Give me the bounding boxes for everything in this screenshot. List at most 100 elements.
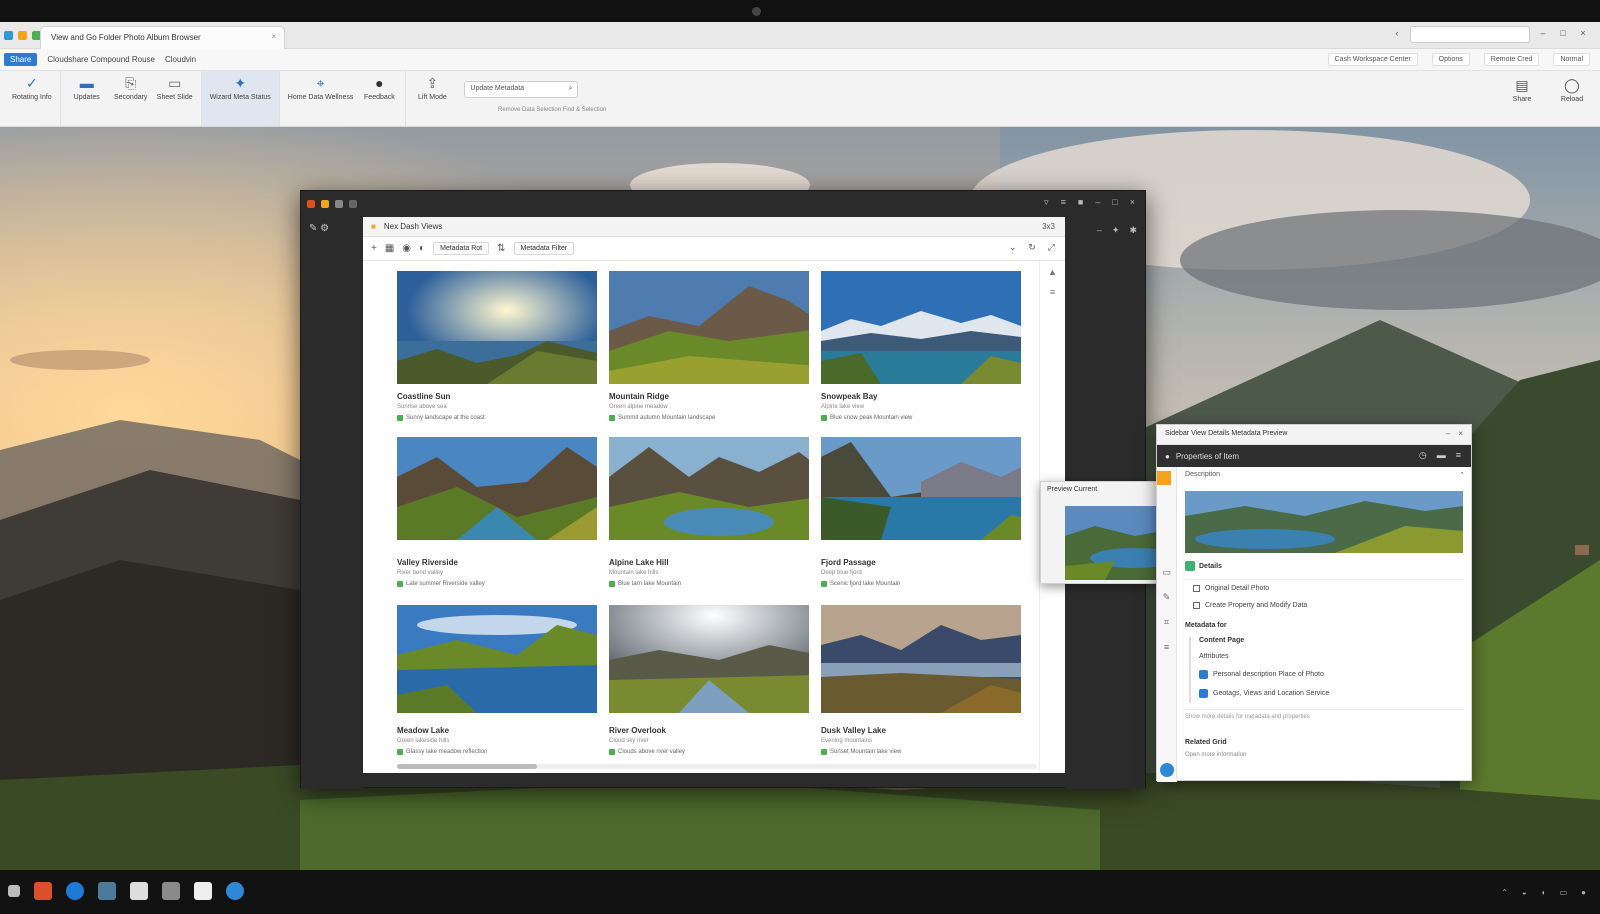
menu-right-item[interactable]: Normal	[1553, 53, 1590, 66]
minimize-button[interactable]: –	[1446, 429, 1450, 438]
ribbon-reload-button[interactable]: ◯ Reload	[1554, 77, 1590, 104]
edit-icon[interactable]: ✎	[1163, 592, 1171, 603]
menu-icon[interactable]: ≡	[1061, 197, 1066, 208]
photo-card[interactable]: River Overlook Cloud sky river Clouds ab…	[609, 605, 809, 765]
checkbox-icon[interactable]	[1193, 585, 1200, 592]
active-tab[interactable]: View and Go Folder Photo Album Browser ×	[40, 26, 285, 49]
metadata-row[interactable]: Personal description Place of Photo	[1199, 665, 1465, 684]
close-button[interactable]: ×	[1130, 197, 1135, 208]
browser-icon[interactable]	[66, 882, 84, 900]
folder-icon[interactable]: ▬	[1437, 450, 1446, 461]
volume-icon[interactable]: ◖	[1541, 888, 1546, 897]
menu-right-item[interactable]: Remote Cred	[1483, 53, 1540, 66]
ribbon-updates-button[interactable]: ▬ Updates	[69, 75, 105, 101]
chat-icon[interactable]: ◐	[419, 243, 425, 254]
ribbon-lift-button[interactable]: ⇪ Lift Mode	[414, 75, 450, 102]
tag-icon[interactable]: ⌗	[1164, 617, 1169, 628]
chevron-down-icon[interactable]: ⌄	[1009, 242, 1017, 253]
add-icon[interactable]: +	[371, 243, 377, 254]
menu-right-item[interactable]: Options	[1431, 53, 1470, 66]
ribbon-search-input[interactable]: Update Metadata ⌕	[464, 81, 579, 98]
ribbon-secondary-button[interactable]: ⎘ Secondary	[113, 75, 149, 102]
close-icon[interactable]: ×	[271, 32, 276, 41]
photo-card[interactable]: Coastline Sun Sunrise above sea Sunny la…	[397, 271, 597, 429]
photo-card[interactable]: Alpine Lake Hill Mountain lake hills Blu…	[609, 437, 809, 597]
photo-card[interactable]: Dusk Valley Lake Evening mountains Sunse…	[821, 605, 1021, 765]
list-icon[interactable]: ≡	[1164, 642, 1169, 652]
minimize-button[interactable]: –	[1536, 28, 1550, 42]
photo-card[interactable]: Valley Riverside River bend valley Late …	[397, 437, 597, 597]
notification-icon[interactable]: ●	[1581, 888, 1586, 897]
photo-thumbnail[interactable]	[609, 605, 809, 718]
photo-card[interactable]: Snowpeak Bay Alpine lake view Blue snow …	[821, 271, 1021, 429]
file-explorer-icon[interactable]	[34, 882, 52, 900]
photo-thumbnail[interactable]	[821, 437, 1021, 550]
photo-thumbnail[interactable]	[609, 437, 809, 550]
save-icon[interactable]	[321, 200, 329, 208]
photo-thumbnail[interactable]	[821, 605, 1021, 718]
metadata-row[interactable]: Geotags, Views and Location Service	[1199, 684, 1465, 703]
menu-item[interactable]: Cloudvin	[165, 55, 196, 64]
horizontal-scrollbar[interactable]	[397, 764, 1037, 769]
grid-view-icon[interactable]: ▦	[385, 243, 394, 254]
app-logo-icon[interactable]	[4, 31, 13, 40]
photo-thumbnail[interactable]	[397, 271, 597, 384]
maximize-button[interactable]: □	[1556, 28, 1570, 42]
photo-card[interactable]: Fjord Passage Deep blue fjord Scenic fjo…	[821, 437, 1021, 597]
photo-card[interactable]: Mountain Ridge Green alpine meadow Summi…	[609, 271, 809, 429]
ribbon-home-button[interactable]: ⌖ Home Data Wellness	[288, 75, 354, 102]
ribbon-wizard-button[interactable]: ✦ Wizard Meta Status	[210, 75, 271, 102]
edge-icon[interactable]	[226, 882, 244, 900]
square-icon[interactable]: ■	[1078, 197, 1083, 208]
ribbon-feedback-button[interactable]: ● Feedback	[361, 75, 397, 101]
close-button[interactable]: ×	[1576, 28, 1590, 42]
start-icon[interactable]	[8, 885, 20, 897]
network-icon[interactable]: ◒	[1522, 888, 1527, 897]
scrollbar-thumb[interactable]	[397, 764, 537, 769]
home-icon[interactable]	[18, 31, 27, 40]
related-subtitle[interactable]: Open more information	[1185, 752, 1246, 758]
menu-item[interactable]: Cloudshare Compound Rouse	[47, 55, 155, 64]
photo-card[interactable]: Meadow Lake Green lakeside hills Glassy …	[397, 605, 597, 765]
metadata-filter-button[interactable]: Metadata Filter	[513, 242, 575, 255]
scroll-up-icon[interactable]: ▲	[1048, 267, 1057, 277]
calendar-icon[interactable]	[162, 882, 180, 900]
photo-thumbnail[interactable]	[397, 605, 597, 718]
back-icon[interactable]: ‹	[1390, 28, 1404, 42]
details-row[interactable]: Create Property and Modify Data	[1185, 597, 1465, 614]
battery-icon[interactable]: ▭	[1560, 888, 1568, 897]
edit-icon[interactable]: ✎ ⚙	[309, 223, 363, 234]
image-icon[interactable]: ▭	[1162, 567, 1171, 578]
details-row[interactable]: Original Detail Photo	[1185, 580, 1465, 597]
up-icon[interactable]	[349, 200, 357, 208]
grid-icon[interactable]	[335, 200, 343, 208]
photo-thumbnail[interactable]	[397, 437, 597, 550]
menu-share-badge[interactable]: Share	[4, 53, 38, 66]
maximize-button[interactable]: □	[1112, 197, 1117, 208]
ribbon-rotating-button[interactable]: ✓ Rotating Info	[12, 75, 52, 102]
details-footer[interactable]: Show more details for metadata and prope…	[1185, 709, 1465, 720]
list-icon[interactable]: ≡	[1050, 287, 1055, 297]
ribbon-share-button[interactable]: ▤ Share	[1504, 77, 1540, 104]
menu-icon[interactable]: ≡	[1456, 450, 1461, 461]
minimize-button[interactable]: –	[1095, 197, 1100, 208]
store-icon[interactable]	[98, 882, 116, 900]
filter-icon[interactable]: ▿	[1044, 197, 1049, 208]
ribbon-slide-button[interactable]: ▭ Sheet Slide	[157, 75, 193, 102]
camera-icon[interactable]	[194, 882, 212, 900]
photos-icon[interactable]	[130, 882, 148, 900]
sort-icon[interactable]: ⇅	[497, 243, 505, 254]
menu-right-item[interactable]: Cash Workspace Center	[1327, 53, 1418, 66]
expand-icon[interactable]: ⤢	[1048, 242, 1055, 253]
redo-icon[interactable]: ↻	[1028, 242, 1036, 253]
view-icon[interactable]: ◉	[402, 243, 411, 254]
title-search-input[interactable]	[1410, 26, 1530, 43]
metadata-rotate-button[interactable]: Metadata Rot	[433, 242, 490, 255]
help-icon[interactable]	[1160, 763, 1174, 777]
chevron-up-icon[interactable]: ⌃	[1459, 471, 1465, 485]
close-button[interactable]: ×	[1458, 429, 1463, 438]
photo-thumbnail[interactable]	[609, 271, 809, 384]
photo-thumbnail[interactable]	[821, 271, 1021, 384]
chevron-up-icon[interactable]: ⌃	[1501, 888, 1508, 897]
checkbox-icon[interactable]	[1193, 602, 1200, 609]
